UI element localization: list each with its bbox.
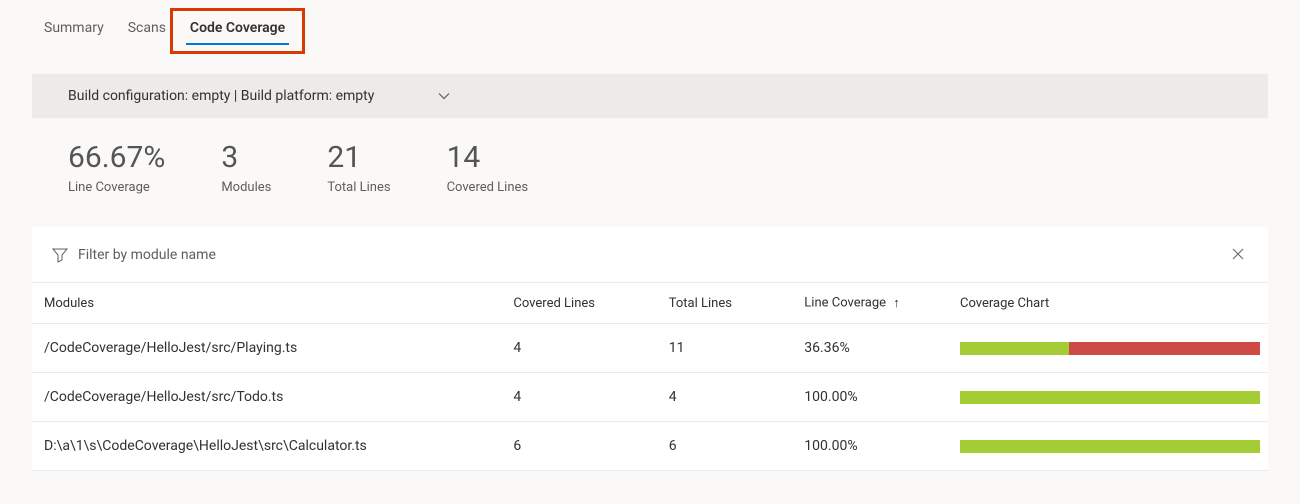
col-header-coverage-chart[interactable]: Coverage Chart (952, 283, 1268, 324)
stat-label: Total Lines (327, 180, 390, 195)
stat-modules: 3 Modules (221, 140, 271, 195)
filter-icon (52, 247, 68, 263)
col-header-covered-lines[interactable]: Covered Lines (505, 283, 660, 324)
col-header-line-coverage-label: Line Coverage (804, 295, 886, 310)
modules-table: Modules Covered Lines Total Lines Line C… (32, 283, 1268, 471)
tab-summary[interactable]: Summary (32, 20, 116, 44)
stat-value: 66.67% (68, 140, 165, 176)
cell-total-lines: 6 (661, 422, 797, 471)
cell-covered-lines: 4 (505, 373, 660, 422)
cell-coverage-chart (952, 373, 1268, 422)
close-icon[interactable] (1228, 241, 1248, 268)
chevron-down-icon (438, 90, 450, 102)
filter-input[interactable] (78, 247, 1228, 263)
coverage-bar-covered (960, 440, 1260, 453)
stat-label: Covered Lines (447, 180, 529, 195)
coverage-bar (960, 342, 1260, 355)
build-config-text: Build configuration: empty | Build platf… (68, 88, 374, 104)
cell-covered-lines: 6 (505, 422, 660, 471)
build-config-bar[interactable]: Build configuration: empty | Build platf… (32, 74, 1268, 118)
modules-table-container: Modules Covered Lines Total Lines Line C… (32, 227, 1268, 471)
coverage-bar-covered (960, 391, 1260, 404)
table-row[interactable]: /CodeCoverage/HelloJest/src/Todo.ts44100… (32, 373, 1268, 422)
stat-label: Line Coverage (68, 180, 165, 195)
cell-total-lines: 11 (661, 324, 797, 373)
tab-scans[interactable]: Scans (116, 20, 178, 44)
coverage-bar-uncovered (1069, 342, 1260, 355)
stat-line-coverage: 66.67% Line Coverage (68, 140, 165, 195)
cell-coverage-chart (952, 422, 1268, 471)
stats-row: 66.67% Line Coverage 3 Modules 21 Total … (0, 118, 1300, 203)
stat-total-lines: 21 Total Lines (327, 140, 390, 195)
cell-line-coverage: 100.00% (796, 422, 952, 471)
cell-covered-lines: 4 (505, 324, 660, 373)
stat-covered-lines: 14 Covered Lines (447, 140, 529, 195)
cell-total-lines: 4 (661, 373, 797, 422)
coverage-bar-covered (960, 342, 1069, 355)
col-header-total-lines[interactable]: Total Lines (661, 283, 797, 324)
filter-row (32, 227, 1268, 283)
col-header-modules[interactable]: Modules (32, 283, 505, 324)
cell-line-coverage: 36.36% (796, 324, 952, 373)
stat-value: 3 (221, 140, 271, 176)
coverage-bar (960, 440, 1260, 453)
cell-coverage-chart (952, 324, 1268, 373)
stat-value: 21 (327, 140, 390, 176)
stat-label: Modules (221, 180, 271, 195)
col-header-line-coverage[interactable]: Line Coverage ↑ (796, 283, 952, 324)
cell-module: /CodeCoverage/HelloJest/src/Todo.ts (32, 373, 505, 422)
stat-value: 14 (447, 140, 529, 176)
tabs-bar: Summary Scans Code Coverage (0, 0, 1300, 44)
sort-ascending-icon: ↑ (893, 295, 900, 311)
table-row[interactable]: /CodeCoverage/HelloJest/src/Playing.ts41… (32, 324, 1268, 373)
cell-line-coverage: 100.00% (796, 373, 952, 422)
cell-module: D:\a\1\s\CodeCoverage\HelloJest\src\Calc… (32, 422, 505, 471)
coverage-bar (960, 391, 1260, 404)
table-row[interactable]: D:\a\1\s\CodeCoverage\HelloJest\src\Calc… (32, 422, 1268, 471)
cell-module: /CodeCoverage/HelloJest/src/Playing.ts (32, 324, 505, 373)
tab-code-coverage[interactable]: Code Coverage (178, 20, 297, 44)
